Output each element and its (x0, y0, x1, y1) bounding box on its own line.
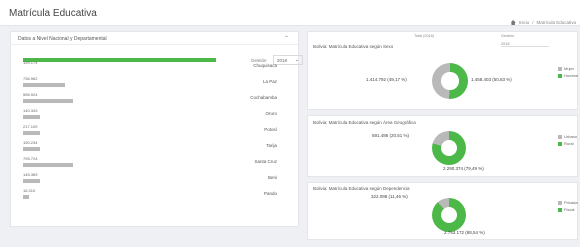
department-row[interactable]: 556.924 Cochabamba (23, 91, 277, 107)
dependency-legend: Privada Fiscal (558, 199, 578, 213)
sex-label-female: 1.414.792 (49,17 %) (366, 77, 407, 82)
legend-item[interactable]: Urbano (558, 133, 577, 140)
department-bar (23, 58, 216, 62)
department-name: Pando (263, 191, 277, 196)
sex-chart-title: Bolivia: Matrícula Educativa según Sexo (313, 44, 394, 49)
department-bar (23, 83, 65, 87)
sex-panel: Total (2018) Gestión 2018 Bolivia: Matrí… (307, 31, 578, 110)
sex-donut (432, 63, 468, 99)
department-value: 795.724 (23, 156, 38, 161)
department-bar (23, 147, 40, 151)
top-bar: Matrícula Educativa Inicio / Matrícula E… (0, 0, 580, 26)
department-row[interactable]: 145.369 Beni (23, 171, 277, 187)
department-row[interactable]: 16.310 Pando (23, 187, 277, 203)
year-select-value: 2018 (277, 58, 288, 63)
legend-swatch (558, 73, 562, 78)
sex-label-male: 1.458.403 (50,83 %) (471, 77, 512, 82)
department-row[interactable]: 150.234 Tarija (23, 139, 277, 155)
department-bar (23, 179, 40, 183)
dependency-label-private: 322.098 (11,46 %) (371, 194, 408, 199)
department-row[interactable]: 736.962 La Paz (23, 75, 277, 91)
dependency-donut (432, 198, 466, 232)
home-icon[interactable] (510, 20, 516, 25)
legend-swatch (558, 207, 562, 212)
department-value: 145.369 (23, 172, 38, 177)
department-value: 217.109 (23, 124, 38, 129)
area-donut (432, 131, 466, 165)
filter-select[interactable]: 2018 (501, 42, 549, 47)
department-value: 159.174 (23, 60, 38, 65)
department-name: Oruro (265, 111, 277, 116)
department-value: 736.962 (23, 76, 38, 81)
department-bar (23, 99, 73, 103)
legend-swatch (558, 134, 562, 139)
area-panel: Bolivia: Matrícula Educativa según Área … (307, 115, 578, 177)
panel-title: Datos a Nivel Nacional y Departamental (18, 36, 107, 42)
department-row[interactable]: 159.174 Chuquisaca (23, 58, 277, 75)
legend-label: Mujer (564, 66, 575, 71)
area-label-rural: 2.290.374 (79,49 %) (443, 166, 484, 171)
department-value: 556.924 (23, 92, 38, 97)
filter-label: Gestión (501, 34, 515, 38)
dependency-label-public: 2.753.172 (88,54 %) (444, 230, 485, 235)
area-label-urban: 591.486 (20,51 %) (372, 133, 410, 138)
breadcrumb-home[interactable]: Inicio (519, 20, 530, 25)
department-name: Potosí (264, 127, 277, 132)
legend-swatch (558, 66, 562, 71)
department-name: Tarija (266, 143, 277, 148)
sex-legend: Mujer Hombre (558, 65, 578, 79)
department-row[interactable]: 140.343 Oruro (23, 107, 277, 123)
department-name: Chuquisaca (253, 63, 277, 68)
collapse-icon[interactable]: ⌃ (284, 35, 289, 42)
legend-label: Rural (564, 141, 574, 146)
filter-select-value: 2018 (501, 42, 510, 46)
legend-item[interactable]: Privada (558, 199, 578, 206)
legend-item[interactable]: Rural (558, 140, 577, 147)
area-chart-title: Bolivia: Matrícula Educativa según Área … (313, 120, 416, 125)
breadcrumb: Inicio / Matrícula Educativa (510, 20, 576, 25)
legend-swatch (558, 200, 562, 205)
panel-header: Datos a Nivel Nacional y Departamental ⌃ (11, 32, 298, 45)
legend-label: Fiscal (564, 207, 575, 212)
dependency-chart-title: Bolivia: Matrícula Educativa según Depen… (313, 186, 410, 191)
legend-item[interactable]: Hombre (558, 72, 578, 79)
breadcrumb-separator: / (532, 20, 534, 25)
department-bar (23, 195, 29, 199)
department-value: 150.234 (23, 140, 38, 145)
year-select[interactable]: 2018 ⌄ (273, 55, 303, 65)
department-name: La Paz (262, 79, 277, 84)
department-value: 16.310 (23, 188, 36, 193)
department-name: Beni (267, 175, 277, 180)
department-name: Santa Cruz (254, 159, 277, 164)
department-name: Cochabamba (250, 95, 277, 100)
department-bar (23, 163, 73, 167)
total-label: Total (2018) (414, 34, 435, 38)
legend-label: Urbano (564, 134, 578, 139)
department-bar (23, 115, 40, 119)
breadcrumb-current: Matrícula Educativa (536, 20, 576, 25)
department-list: 159.174 Chuquisaca 736.962 La Paz 556.924 Coc… (23, 58, 277, 203)
area-legend: Urbano Rural (558, 133, 577, 147)
department-value: 140.343 (23, 108, 38, 113)
department-bar (23, 131, 40, 135)
page-title: Matrícula Educativa (9, 8, 97, 19)
dependency-panel: Bolivia: Matrícula Educativa según Depen… (307, 182, 578, 240)
legend-swatch (558, 141, 562, 146)
legend-item[interactable]: Mujer (558, 65, 578, 72)
legend-item[interactable]: Fiscal (558, 206, 578, 213)
legend-label: Hombre (564, 73, 579, 78)
department-row[interactable]: 217.109 Potosí (23, 123, 277, 139)
department-row[interactable]: 795.724 Santa Cruz (23, 155, 277, 171)
chevron-down-icon: ⌄ (294, 57, 299, 63)
legend-label: Privada (564, 200, 578, 205)
